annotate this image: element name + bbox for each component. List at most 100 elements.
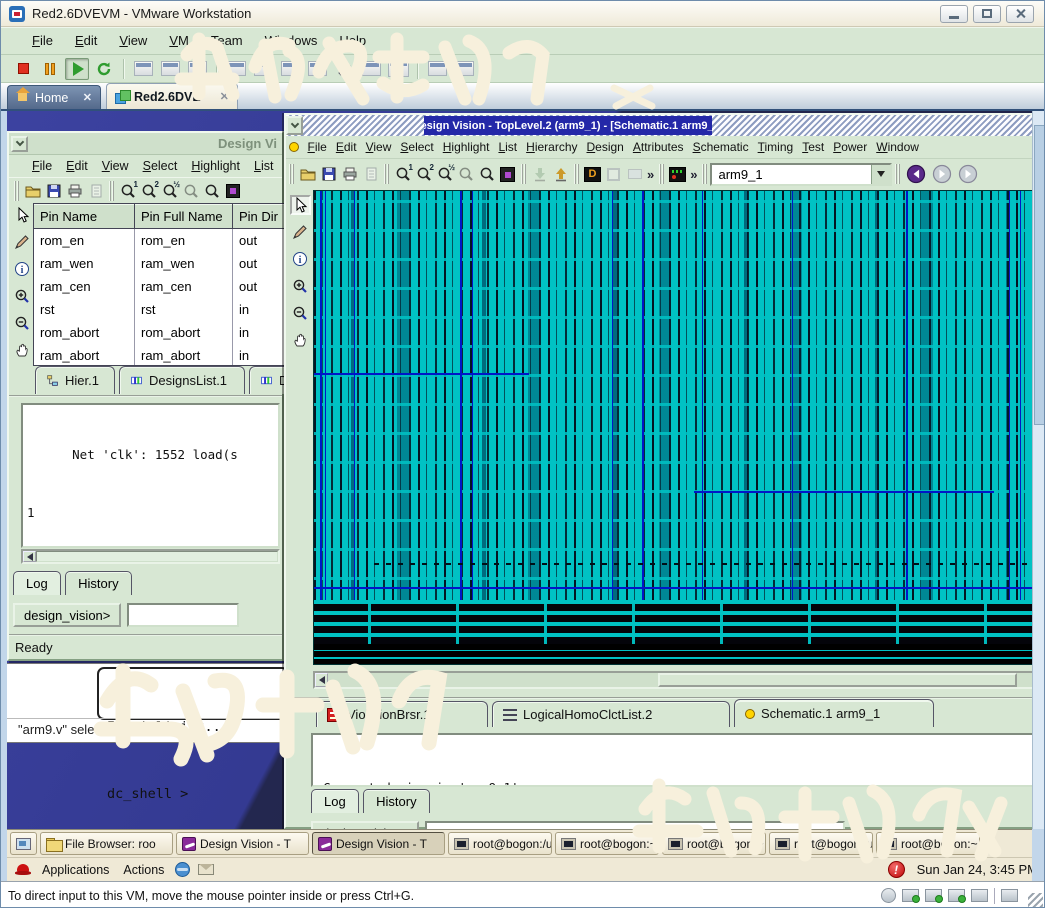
report-button[interactable] — [85, 181, 106, 201]
secondary-titlebar[interactable]: Design Vi — [9, 133, 282, 155]
zoom-out-tool[interactable] — [11, 313, 32, 333]
menu-hierarchy[interactable]: Hierarchy — [522, 138, 582, 156]
menu-file[interactable]: File — [303, 138, 331, 156]
pull-up-button[interactable] — [550, 164, 571, 184]
report-button[interactable] — [360, 164, 381, 184]
design-selector-combobox[interactable]: arm9_1 — [710, 163, 892, 186]
scrollbar-thumb[interactable] — [1034, 125, 1045, 425]
menu-attributes[interactable]: Attributes — [628, 138, 688, 156]
console-vertical-scrollbar[interactable] — [1032, 111, 1045, 829]
tab-schematic-active[interactable]: Schematic.1 arm9_1 — [734, 699, 934, 727]
tab-history[interactable]: History — [363, 789, 429, 813]
harddisk-device-icon[interactable] — [902, 889, 919, 902]
taskbar-file-browser[interactable]: File Browser: roo — [40, 832, 173, 855]
col-pin-dir[interactable]: Pin Dir — [233, 204, 286, 228]
menu-highlight[interactable]: Highlight — [438, 138, 494, 156]
minimize-button[interactable] — [940, 5, 968, 23]
power-off-button[interactable] — [11, 58, 35, 80]
combobox-dropdown-button[interactable] — [871, 165, 890, 184]
back-button[interactable] — [905, 163, 927, 185]
zoom-back-button[interactable] — [455, 164, 476, 184]
snapshot-take-button[interactable] — [131, 58, 155, 80]
zoom-selected-button[interactable] — [201, 181, 222, 201]
tab-vm-red26dvevm[interactable]: Red2.6DVE ✕ — [106, 83, 238, 109]
actions-menu[interactable]: Actions — [120, 861, 167, 879]
menu-view[interactable]: View — [95, 157, 136, 175]
info-tool[interactable] — [290, 249, 311, 269]
capture-button[interactable] — [452, 58, 476, 80]
table-row[interactable]: rom_en rom_en out — [34, 229, 285, 252]
info-tool[interactable] — [11, 259, 32, 279]
table-row[interactable]: ram_wen ram_wen out — [34, 252, 285, 275]
canvas-horizontal-scrollbar[interactable] — [313, 671, 1045, 689]
zoom-out-tool[interactable] — [290, 303, 311, 323]
zoom-fit-button[interactable] — [222, 181, 243, 201]
quick-switch-button[interactable] — [425, 58, 449, 80]
schematic-canvas[interactable] — [313, 190, 1033, 665]
menu-view[interactable]: View — [361, 138, 396, 156]
menu-windows[interactable]: Windows — [254, 30, 329, 51]
tab-history[interactable]: History — [65, 571, 131, 595]
window-menu-button[interactable] — [286, 116, 303, 135]
menu-highlight[interactable]: Highlight — [184, 157, 247, 175]
resize-grip[interactable] — [1028, 893, 1043, 908]
taskbar-design-vision-1[interactable]: Design Vision - T — [176, 832, 309, 855]
tab-logical-homo-clct-list[interactable]: LogicalHomoClctList.2 — [492, 701, 730, 727]
zoom-half-button[interactable]: ½ — [434, 164, 455, 184]
zoom-full-button[interactable]: 1 — [392, 164, 413, 184]
suspend-button[interactable] — [38, 58, 62, 80]
taskbar-design-vision-2[interactable]: Design Vision - T — [312, 832, 445, 855]
applications-menu[interactable]: Applications — [39, 861, 112, 879]
menu-list[interactable]: List — [247, 157, 280, 175]
select-tool[interactable] — [290, 195, 311, 215]
snapshot-revert-button[interactable] — [158, 58, 182, 80]
pan-tool[interactable] — [11, 340, 32, 360]
schematic-view-button[interactable]: D — [582, 164, 603, 184]
power-on-button[interactable] — [65, 58, 89, 80]
tab-violation-browser[interactable]: ViolationBrsr.1 — [316, 701, 488, 727]
settings-wrench-button[interactable] — [332, 58, 356, 80]
taskbar-terminal-4[interactable]: root@bogon:/u — [769, 832, 873, 855]
taskbar-terminal-2[interactable]: root@bogon:~ — [555, 832, 659, 855]
log-horizontal-scrollbar[interactable] — [21, 549, 280, 564]
col-pin-full-name[interactable]: Pin Full Name — [135, 204, 233, 228]
edit-tool[interactable] — [290, 222, 311, 242]
tab-designs-list[interactable]: DesignsList.1 — [119, 366, 245, 394]
taskbar-terminal-3[interactable]: root@bogon:~ — [662, 832, 766, 855]
cdrom-device-icon[interactable] — [881, 888, 896, 903]
alert-notification-icon[interactable]: ! — [888, 861, 905, 878]
menu-power[interactable]: Power — [829, 138, 872, 156]
table-row[interactable]: ram_abort ram_abort in — [34, 344, 285, 366]
show-sidebar-button[interactable] — [224, 58, 248, 80]
zoom-in-tool[interactable] — [290, 276, 311, 296]
message-log-icon[interactable] — [1001, 889, 1018, 902]
tab-log[interactable]: Log — [311, 789, 359, 813]
log-output[interactable]: Net 'clk': 1552 load(s 1 Current design … — [21, 403, 280, 548]
taskbar-terminal-1[interactable]: root@bogon:/usr — [448, 832, 552, 855]
save-button[interactable] — [318, 164, 339, 184]
menu-edit[interactable]: Edit — [331, 138, 361, 156]
pan-tool[interactable] — [290, 330, 311, 350]
pull-down-button[interactable] — [529, 164, 550, 184]
zoom-back-button[interactable] — [180, 181, 201, 201]
taskbar-terminal-5[interactable]: root@bogon:~ — [876, 832, 980, 855]
menu-file[interactable]: File — [25, 157, 59, 175]
fullscreen-button[interactable] — [386, 58, 410, 80]
edit-tool[interactable] — [11, 232, 32, 252]
abstraction-button[interactable] — [624, 164, 645, 184]
tab-hier[interactable]: Hier.1 — [35, 366, 115, 394]
summary-view-button[interactable] — [278, 58, 302, 80]
menu-test[interactable]: Test — [798, 138, 829, 156]
panel-clock[interactable]: Sun Jan 24, 3:45 PM — [917, 862, 1038, 877]
close-button[interactable] — [1006, 5, 1034, 23]
window-menu-button[interactable] — [11, 136, 28, 152]
zoom-fit-button[interactable] — [497, 164, 518, 184]
print-button[interactable] — [339, 164, 360, 184]
col-pin-name[interactable]: Pin Name — [34, 204, 135, 228]
menu-timing[interactable]: Timing — [753, 138, 798, 156]
network-device-icon[interactable] — [925, 889, 942, 902]
open-button[interactable] — [297, 164, 318, 184]
zoom-2x-button[interactable]: 2 — [413, 164, 434, 184]
scroll-left-button[interactable] — [315, 673, 328, 687]
toolbar-overflow-chevron[interactable]: » — [647, 167, 654, 182]
